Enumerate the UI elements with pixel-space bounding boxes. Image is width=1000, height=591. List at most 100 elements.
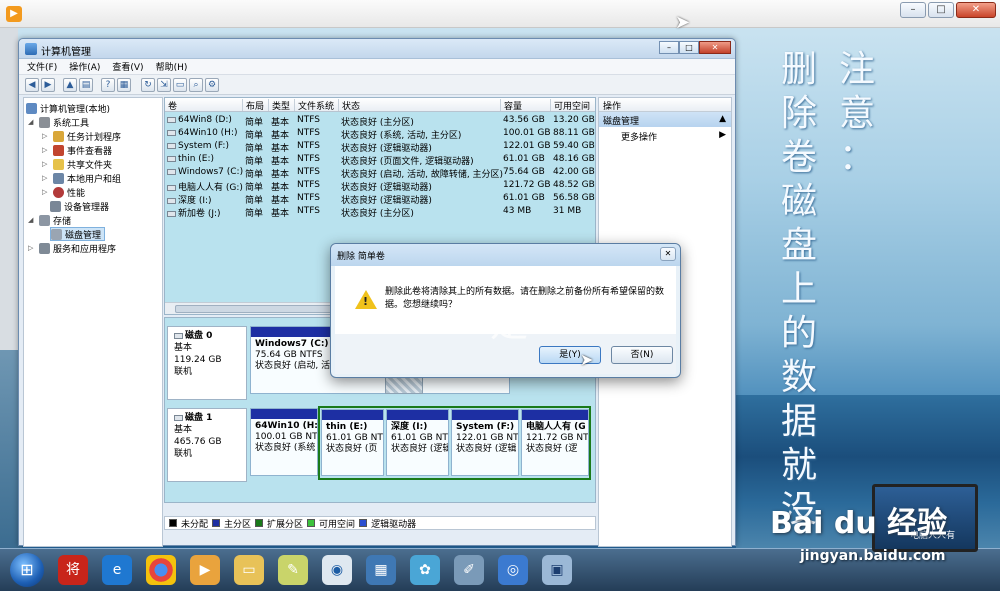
internet-explorer-icon[interactable]: e bbox=[102, 555, 132, 585]
tree-item-disk-management[interactable]: 磁盘管理 bbox=[50, 227, 106, 241]
menu-file[interactable]: 文件(F) bbox=[27, 60, 57, 73]
close-button[interactable]: ✕ bbox=[699, 41, 731, 54]
collapse-arrow-icon[interactable]: ▷ bbox=[28, 244, 36, 252]
up-folder-icon[interactable]: ▲ bbox=[63, 78, 77, 92]
computer-management-taskbar-icon[interactable]: ▣ bbox=[542, 555, 572, 585]
collapse-up-icon[interactable]: ▲ bbox=[719, 114, 726, 124]
outer-close-button[interactable]: ✕ bbox=[956, 2, 996, 18]
table-row[interactable]: 64Win10 (H:) 简单 基本 NTFS 状态良好 (系统, 活动, 主分区) 10… bbox=[165, 127, 595, 141]
folder-icon[interactable]: ▭ bbox=[234, 555, 264, 585]
collapse-arrow-icon[interactable]: ▷ bbox=[42, 132, 50, 140]
table-cell: 61.01 GB bbox=[503, 154, 545, 164]
help-icon[interactable]: ? bbox=[101, 78, 115, 92]
toolbar: ◀ ▶ ▲ ▤ ? ▦ ↻ ⇲ ▭ ⌕ ⚙ bbox=[19, 75, 735, 95]
tree-item-system-tools[interactable]: ◢ 系统工具 bbox=[28, 115, 89, 129]
forward-arrow-icon[interactable]: ▶ bbox=[41, 78, 55, 92]
table-cell: thin (E:) bbox=[167, 154, 214, 164]
volume-drive-icon bbox=[167, 129, 176, 136]
maximize-button[interactable]: □ bbox=[679, 41, 699, 54]
outer-maximize-button[interactable]: □ bbox=[928, 2, 954, 18]
start-button[interactable]: ⊞ bbox=[10, 553, 44, 587]
menu-action[interactable]: 操作(A) bbox=[69, 60, 100, 73]
expand-arrow-icon[interactable]: ◢ bbox=[28, 216, 36, 224]
column-header-status[interactable]: 状态 bbox=[339, 99, 501, 112]
menu-help[interactable]: 帮助(H) bbox=[156, 60, 188, 73]
table-row[interactable]: Windows7 (C:) 简单 基本 NTFS 状态良好 (启动, 活动, 故障转储,… bbox=[165, 166, 595, 180]
table-row[interactable]: 深度 (I:) 简单 基本 NTFS 状态良好 (逻辑驱动器) 61.01 GB 56.58… bbox=[165, 192, 595, 206]
column-header-free[interactable]: 可用空间 bbox=[551, 99, 595, 112]
settings-icon[interactable]: ⚙ bbox=[205, 78, 219, 92]
show-hide-tree-icon[interactable]: ▤ bbox=[79, 78, 93, 92]
column-header-capacity[interactable]: 容量 bbox=[501, 99, 551, 112]
partition-shendu[interactable]: 深度 (I:) 61.01 GB NT 状态良好 (逻辑 bbox=[386, 409, 449, 476]
menu-view[interactable]: 查看(V) bbox=[112, 60, 143, 73]
actions-header: 操作 bbox=[599, 98, 731, 112]
column-header-filesystem[interactable]: 文件系统 bbox=[295, 99, 339, 112]
column-header-volume[interactable]: 卷 bbox=[165, 99, 243, 112]
tree-item-performance[interactable]: ▷ 性能 bbox=[42, 185, 85, 199]
actions-more[interactable]: 更多操作 ▶ bbox=[599, 127, 731, 146]
column-header-type[interactable]: 类型 bbox=[269, 99, 295, 112]
search-icon[interactable]: ⌕ bbox=[189, 78, 203, 92]
tree-item-root[interactable]: 计算机管理(本地) bbox=[26, 101, 110, 115]
dialog-close-button[interactable]: ✕ bbox=[660, 247, 676, 261]
outer-minimize-button[interactable]: – bbox=[900, 2, 926, 18]
dialog-title-bar[interactable]: 删除 简单卷 ✕ bbox=[331, 244, 680, 266]
expand-arrow-icon[interactable]: ◢ bbox=[28, 118, 36, 126]
media-center-icon[interactable]: ◎ bbox=[498, 555, 528, 585]
partition-thin[interactable]: thin (E:) 61.01 GB NT 状态良好 (页 bbox=[321, 409, 384, 476]
baidu-jingyan-watermark: Bai du 经验 bbox=[770, 506, 948, 541]
flower-app-icon[interactable]: ✿ bbox=[410, 555, 440, 585]
minimize-button[interactable]: – bbox=[659, 41, 679, 54]
properties-icon[interactable]: ▦ bbox=[117, 78, 131, 92]
tree-item-storage[interactable]: ◢ 存储 bbox=[28, 213, 71, 227]
volume-drive-icon bbox=[167, 116, 176, 123]
watermark-url: jingyan.baidu.com bbox=[800, 548, 946, 564]
chrome-icon[interactable] bbox=[146, 555, 176, 585]
table-row[interactable]: thin (E:) 简单 基本 NTFS 状态良好 (页面文件, 逻辑驱动器) 61.01… bbox=[165, 153, 595, 167]
export-list-icon[interactable]: ⇲ bbox=[157, 78, 171, 92]
back-arrow-icon[interactable]: ◀ bbox=[25, 78, 39, 92]
partition-diannaorenrenyou[interactable]: 电脑人人有 (G 121.72 GB NT 状态良好 (逻 bbox=[521, 409, 589, 476]
disk-drive-icon bbox=[174, 332, 183, 339]
collapse-arrow-icon[interactable]: ▷ bbox=[42, 160, 50, 168]
tree-item-local-users[interactable]: ▷ 本地用户和组 bbox=[42, 171, 121, 185]
media-player-icon[interactable]: ▶ bbox=[190, 555, 220, 585]
table-row[interactable]: 64Win8 (D:) 简单 基本 NTFS 状态良好 (主分区) 43.56 GB 13.… bbox=[165, 114, 595, 128]
open-icon[interactable]: ▭ bbox=[173, 78, 187, 92]
tree-item-task-scheduler[interactable]: ▷ 任务计划程序 bbox=[42, 129, 121, 143]
menu-bar: 文件(F) 操作(A) 查看(V) 帮助(H) bbox=[19, 59, 735, 75]
partition-64win10[interactable]: 64Win10 (H: 100.01 GB NT 状态良好 (系统 bbox=[250, 408, 318, 476]
network-icon[interactable]: ▦ bbox=[366, 555, 396, 585]
column-header-layout[interactable]: 布局 bbox=[243, 99, 269, 112]
tree-item-shared-folders[interactable]: ▷ 共享文件夹 bbox=[42, 157, 112, 171]
table-cell: 100.01 GB bbox=[503, 128, 551, 138]
table-cell: 64Win8 (D:) bbox=[167, 115, 232, 125]
table-cell: NTFS bbox=[297, 115, 320, 125]
actions-section-disk-management[interactable]: 磁盘管理 ▲ bbox=[599, 112, 731, 127]
caption-column-main: 删除卷磁盘上的数据就没 bbox=[780, 49, 817, 530]
no-button[interactable]: 否(N) bbox=[611, 346, 673, 364]
paint-icon[interactable]: ✐ bbox=[454, 555, 484, 585]
collapse-arrow-icon[interactable]: ▷ bbox=[42, 146, 50, 154]
table-row[interactable]: 新加卷 (J:) 简单 基本 NTFS 状态良好 (主分区) 43 MB 31 MB bbox=[165, 205, 595, 219]
disk-1-label[interactable]: 磁盘 1 基本 465.76 GB 联机 bbox=[167, 408, 247, 482]
collapse-arrow-icon[interactable]: ▷ bbox=[42, 188, 50, 196]
partition-system[interactable]: System (F:) 122.01 GB NT 状态良好 (逻辑 bbox=[451, 409, 519, 476]
disk-tool-icon[interactable]: ◉ bbox=[322, 555, 352, 585]
notes-icon[interactable]: ✎ bbox=[278, 555, 308, 585]
table-row[interactable]: System (F:) 简单 基本 NTFS 状态良好 (逻辑驱动器) 122.01 GB… bbox=[165, 140, 595, 154]
window-title-bar[interactable]: 计算机管理 – □ ✕ bbox=[19, 39, 735, 59]
tree-item-services[interactable]: ▷ 服务和应用程序 bbox=[28, 241, 116, 255]
table-cell: 状态良好 (主分区) bbox=[341, 209, 414, 219]
disk-0-label[interactable]: 磁盘 0 基本 119.24 GB 联机 bbox=[167, 326, 247, 400]
jiang-app-icon[interactable]: 将 bbox=[58, 555, 88, 585]
tree-item-device-manager[interactable]: 设备管理器 bbox=[50, 199, 109, 213]
disk-drive-icon bbox=[174, 414, 183, 421]
table-row[interactable]: 电脑人人有 (G:) 简单 基本 NTFS 状态良好 (逻辑驱动器) 121.72 GB 4… bbox=[165, 179, 595, 193]
tools-icon bbox=[39, 116, 50, 128]
refresh-icon[interactable]: ↻ bbox=[141, 78, 155, 92]
tree-item-event-viewer[interactable]: ▷ 事件查看器 bbox=[42, 143, 112, 157]
mouse-pointer-icon: ➤ bbox=[675, 12, 691, 33]
collapse-arrow-icon[interactable]: ▷ bbox=[42, 174, 50, 182]
